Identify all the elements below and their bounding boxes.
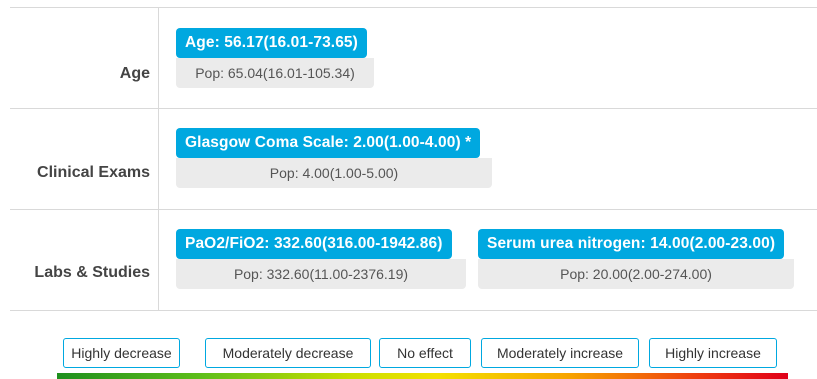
feature-value-badge: Glasgow Coma Scale: 2.00(1.00-4.00) *	[176, 128, 481, 158]
feature-value-badge: PaO2/FiO2: 332.60(316.00-1942.86)	[176, 229, 452, 259]
population-stat: Pop: 20.00(2.00-274.00)	[478, 259, 794, 289]
table-row-labs-studies: Labs & Studies PaO2/FiO2: 332.60(316.00-…	[10, 210, 817, 311]
row-label-clinical-exams: Clinical Exams	[37, 164, 150, 181]
legend-moderately-increase-button[interactable]: Moderately increase	[481, 338, 639, 368]
legend-highly-increase-button[interactable]: Highly increase	[649, 338, 777, 368]
feature-card-glasgow-coma-scale[interactable]: Glasgow Coma Scale: 2.00(1.00-4.00) * Po…	[176, 128, 492, 188]
feature-value-badge: Age: 56.17(16.01-73.65)	[176, 28, 367, 58]
feature-value-badge: Serum urea nitrogen: 14.00(2.00-23.00)	[478, 229, 785, 259]
row-label-labs-studies: Labs & Studies	[34, 264, 150, 281]
population-stat: Pop: 332.60(11.00-2376.19)	[176, 259, 466, 289]
divider	[158, 210, 159, 310]
legend-highly-decrease-button[interactable]: Highly decrease	[63, 338, 180, 368]
effect-gradient-bar	[57, 373, 788, 379]
population-stat: Pop: 65.04(16.01-105.34)	[176, 58, 374, 88]
row-label-age: Age	[119, 65, 150, 82]
feature-card-serum-urea-nitrogen[interactable]: Serum urea nitrogen: 14.00(2.00-23.00) P…	[478, 229, 794, 289]
divider	[158, 8, 159, 108]
feature-card-pao2-fio2[interactable]: PaO2/FiO2: 332.60(316.00-1942.86) Pop: 3…	[176, 229, 466, 289]
divider	[158, 108, 159, 209]
population-stat: Pop: 4.00(1.00-5.00)	[176, 158, 492, 188]
legend-no-effect-button[interactable]: No effect	[379, 338, 471, 368]
legend-moderately-decrease-button[interactable]: Moderately decrease	[205, 338, 371, 368]
table-row-clinical-exams: Clinical Exams Glasgow Coma Scale: 2.00(…	[10, 108, 817, 210]
feature-card-age[interactable]: Age: 56.17(16.01-73.65) Pop: 65.04(16.01…	[176, 28, 374, 88]
table-row-age: Age Age: 56.17(16.01-73.65) Pop: 65.04(1…	[10, 7, 817, 109]
